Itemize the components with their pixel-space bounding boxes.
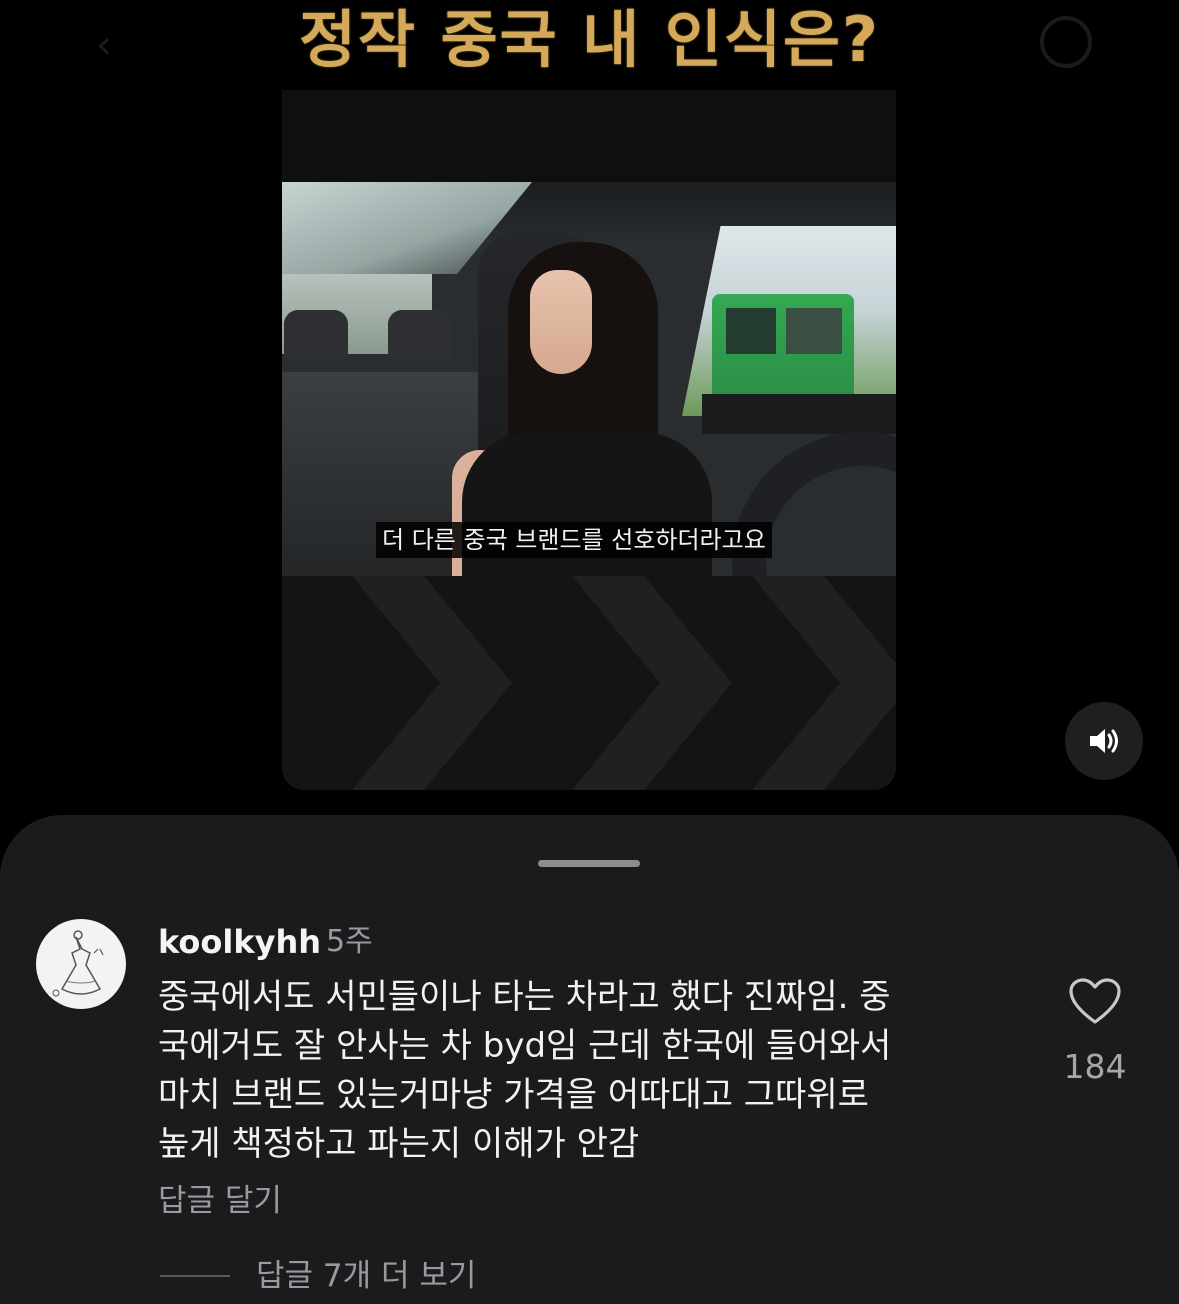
more-replies-label: 답글 7개 더 보기 bbox=[256, 1258, 477, 1294]
video-frame: 더 다른 중국 브랜드를 선호하더라고요 bbox=[282, 182, 896, 576]
chevron-shape bbox=[752, 576, 896, 790]
screen: ‹ 정작 중국 내 인식은? 더 다른 중국 브랜드를 선호하더라고요 kool… bbox=[0, 0, 1179, 1304]
chevron-shape bbox=[352, 576, 512, 790]
bus-window bbox=[786, 308, 842, 354]
video-player[interactable]: 더 다른 중국 브랜드를 선호하더라고요 bbox=[282, 90, 896, 790]
comment-text: 중국에서도 서민들이나 타는 차라고 했다 진짜임. 중 국에거도 잘 안사는 … bbox=[158, 973, 1038, 1169]
avatar[interactable] bbox=[36, 919, 126, 1009]
comment-line: 국에거도 잘 안사는 차 byd임 근데 한국에 들어와서 bbox=[158, 1026, 892, 1066]
avatar-drawing bbox=[52, 930, 104, 997]
comment-timestamp: 5주 bbox=[326, 924, 373, 959]
replies-divider-line bbox=[160, 1275, 230, 1277]
chevron-shape bbox=[572, 576, 732, 790]
headrest bbox=[284, 310, 348, 360]
sheet-grabber-handle[interactable] bbox=[538, 860, 640, 867]
comment-sheet: koolkyhh 5주 중국에서도 서민들이나 타는 차라고 했다 진짜임. 중… bbox=[0, 815, 1179, 1304]
bus-window bbox=[726, 308, 776, 354]
like-button[interactable] bbox=[1068, 977, 1122, 1027]
headrest bbox=[388, 310, 452, 360]
reply-button[interactable]: 답글 달기 bbox=[158, 1179, 282, 1223]
comment-line: 중국에서도 서민들이나 타는 차라고 했다 진짜임. 중 bbox=[158, 977, 891, 1017]
speaker-icon bbox=[1090, 729, 1118, 753]
view-more-replies-button[interactable]: 답글 7개 더 보기 bbox=[160, 1251, 476, 1301]
video-title: 정작 중국 내 인식은? bbox=[298, 3, 881, 76]
dashboard bbox=[702, 394, 896, 434]
heart-icon bbox=[1069, 978, 1121, 1024]
video-subtitle: 더 다른 중국 브랜드를 선호하더라고요 bbox=[376, 522, 772, 558]
sound-toggle-button[interactable] bbox=[1065, 702, 1143, 780]
comment-username[interactable]: koolkyhh bbox=[158, 919, 321, 965]
person-face bbox=[530, 270, 592, 374]
comment-line: 높게 책정하고 파는지 이해가 안감 bbox=[158, 1124, 640, 1164]
chevron-pattern bbox=[282, 576, 896, 790]
like-count: 184 bbox=[1063, 1047, 1127, 1086]
bus bbox=[712, 294, 854, 406]
comment-line: 마치 브랜드 있는거마냥 가격을 어따대고 그따위로 bbox=[158, 1075, 869, 1115]
